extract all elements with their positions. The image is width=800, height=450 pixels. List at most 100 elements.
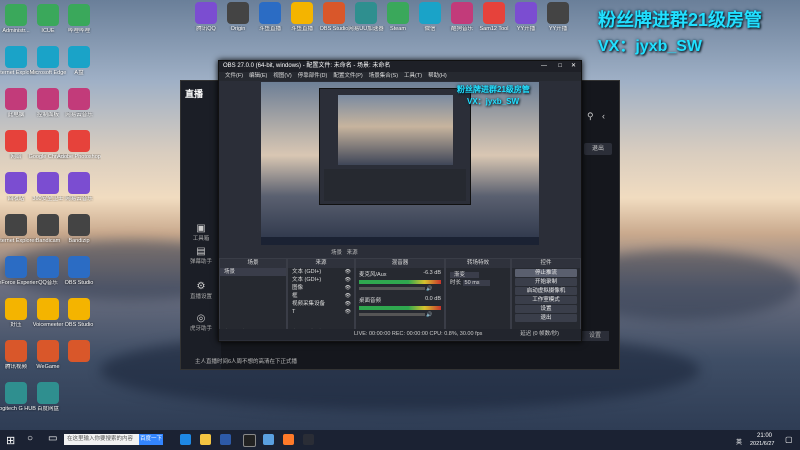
pin-icon[interactable]: ⚲: [587, 111, 594, 122]
tab-source[interactable]: 来源: [347, 250, 358, 256]
baidu-button[interactable]: 百度一下: [139, 434, 163, 445]
menu-item[interactable]: 场景集合(S): [369, 73, 398, 79]
source-label: 文本 (GDI+): [292, 277, 322, 283]
obs-icon[interactable]: [243, 434, 256, 447]
notification-icon[interactable]: ▢: [785, 435, 793, 444]
menu-item[interactable]: 工具(T): [404, 73, 422, 79]
scene-item[interactable]: 场景: [220, 268, 286, 276]
menu-item[interactable]: 停靠部件(D): [298, 73, 328, 79]
menu-item[interactable]: 配置文件(P): [333, 73, 362, 79]
app-icon: [5, 298, 27, 320]
desktop-icon-label: WeGame: [36, 364, 60, 370]
search-input[interactable]: 在这里输入你要搜索的内容: [64, 434, 139, 445]
preview-taskbar: [261, 237, 539, 245]
app-icon: [68, 298, 90, 320]
toolbox-icon: ▣: [196, 223, 206, 234]
app-icon: [419, 2, 441, 24]
visibility-icon[interactable]: 👁: [345, 268, 351, 276]
control-button[interactable]: 设置: [515, 305, 577, 313]
douyu-icon[interactable]: [283, 434, 294, 445]
volume-slider[interactable]: [359, 287, 425, 290]
menu-item[interactable]: 编辑(E): [249, 73, 267, 79]
desktop-icon[interactable]: 百度网盘: [26, 382, 70, 412]
clock-date[interactable]: 2021/6/27: [750, 441, 774, 447]
minimize-button[interactable]: —: [541, 61, 547, 72]
app-icon: [5, 340, 27, 362]
speaker-icon[interactable]: 🔊: [425, 312, 432, 318]
menu-item[interactable]: 文件(F): [225, 73, 243, 79]
source-item[interactable]: 视频采集设备 👁: [288, 300, 354, 308]
controls-dock: 控件 停止推流 开始录制 启动虚拟摄像机 工作室模式 设置 退出: [511, 258, 581, 340]
app-icon[interactable]: [263, 434, 274, 445]
speaker-icon[interactable]: 🔊: [425, 286, 432, 292]
taskview-icon[interactable]: ▭: [48, 433, 57, 444]
sidebar-item-danmu[interactable]: ▤ 弹幕助手: [181, 246, 221, 265]
desktop-icon[interactable]: [57, 340, 101, 364]
control-button[interactable]: 停止推流: [515, 269, 577, 277]
visibility-icon[interactable]: 👁: [345, 284, 351, 292]
language-indicator[interactable]: 英: [736, 437, 742, 446]
edge-icon[interactable]: [180, 434, 191, 445]
desktop-icon[interactable]: 哔哩哔哩: [57, 4, 101, 34]
desktop-icon[interactable]: 网易云音乐: [57, 88, 101, 118]
maximize-button[interactable]: □: [558, 61, 562, 72]
share-icon[interactable]: ‹: [602, 111, 605, 121]
app-icon: [5, 130, 27, 152]
control-button[interactable]: 退出: [515, 314, 577, 322]
transition-select[interactable]: 渐变: [446, 271, 510, 279]
desktop-icon-label: 百度网盘: [36, 406, 59, 412]
store-icon[interactable]: [220, 434, 231, 445]
search-icon[interactable]: ○: [27, 433, 33, 444]
source-item[interactable]: 文本 (GDI+) 👁: [288, 276, 354, 284]
preview-canvas[interactable]: 粉丝牌进群21级房管 VX：jyxb_SW: [261, 82, 539, 245]
desktop-icon[interactable]: OBS Studio: [57, 256, 101, 286]
mixer-channel: 麦克风/Aux -6.3 dB 🔊: [356, 268, 444, 294]
desktop-icon[interactable]: YY开播: [536, 2, 580, 32]
control-button[interactable]: 启动虚拟摄像机: [515, 287, 577, 295]
visibility-icon[interactable]: 👁: [345, 276, 351, 284]
volume-slider[interactable]: [359, 313, 425, 316]
source-item[interactable]: 图像 👁: [288, 284, 354, 292]
visibility-icon[interactable]: 👁: [345, 308, 351, 316]
desktop-icon[interactable]: OBS Studio: [57, 298, 101, 328]
promo-text: 粉丝牌进群21级房管: [598, 10, 763, 30]
start-button[interactable]: ⊞: [6, 434, 15, 447]
visibility-icon[interactable]: 👁: [345, 292, 351, 300]
dock-header: 混音器: [356, 259, 444, 268]
app-icon[interactable]: [303, 434, 314, 445]
menu-item[interactable]: 视图(V): [273, 73, 291, 79]
app-icon: [323, 2, 345, 24]
folder-icon[interactable]: [200, 434, 211, 445]
obs-window[interactable]: OBS 27.0.0 (64-bit, windows) - 配置文件: 未命名…: [218, 60, 582, 342]
settings-button[interactable]: 设置: [581, 331, 609, 341]
source-item[interactable]: 文本 (GDI+) 👁: [288, 268, 354, 276]
close-button[interactable]: ✕: [571, 61, 576, 72]
sidebar-item-toolbox[interactable]: ▣ 工具箱: [181, 223, 221, 242]
sidebar-item-helper[interactable]: ◎ 虎牙助手: [181, 313, 221, 332]
app-icon: [387, 2, 409, 24]
control-button[interactable]: 开始录制: [515, 278, 577, 286]
source-label: 图像: [292, 285, 304, 291]
app-icon: [5, 172, 27, 194]
source-label: T: [292, 309, 296, 315]
sidebar-item-settings[interactable]: ⚙ 直播设置: [181, 281, 221, 300]
source-item[interactable]: T 👁: [288, 308, 354, 316]
exit-button[interactable]: 退出: [584, 143, 612, 155]
app-icon: [547, 2, 569, 24]
desktop-icon[interactable]: A盘: [57, 46, 101, 76]
visibility-icon[interactable]: 👁: [345, 300, 351, 308]
desktop-icon[interactable]: 网易云音乐: [57, 172, 101, 202]
sources-dock: 来源 文本 (GDI+) 👁 文本 (GDI+) 👁 图像 👁 框 👁 视频采集设备 👁…: [287, 258, 355, 340]
desktop-icon[interactable]: Bandizip: [57, 214, 101, 244]
source-item[interactable]: 框 👁: [288, 292, 354, 300]
app-icon: [37, 172, 59, 194]
clock-time[interactable]: 21:00: [757, 433, 772, 439]
control-button[interactable]: 工作室模式: [515, 296, 577, 304]
tab-scene[interactable]: 场景: [331, 250, 342, 256]
duration-field[interactable]: 时长 50 ms: [446, 279, 510, 287]
desktop-icon[interactable]: Adobe Photoshop: [57, 130, 101, 160]
menu-item[interactable]: 帮助(H): [428, 73, 447, 79]
dock-header: 场景: [220, 259, 286, 268]
desktop-icon-label: 哔哩哔哩: [67, 28, 90, 34]
mixer-channel: 桌面音频 0.0 dB 🔊: [356, 294, 444, 320]
